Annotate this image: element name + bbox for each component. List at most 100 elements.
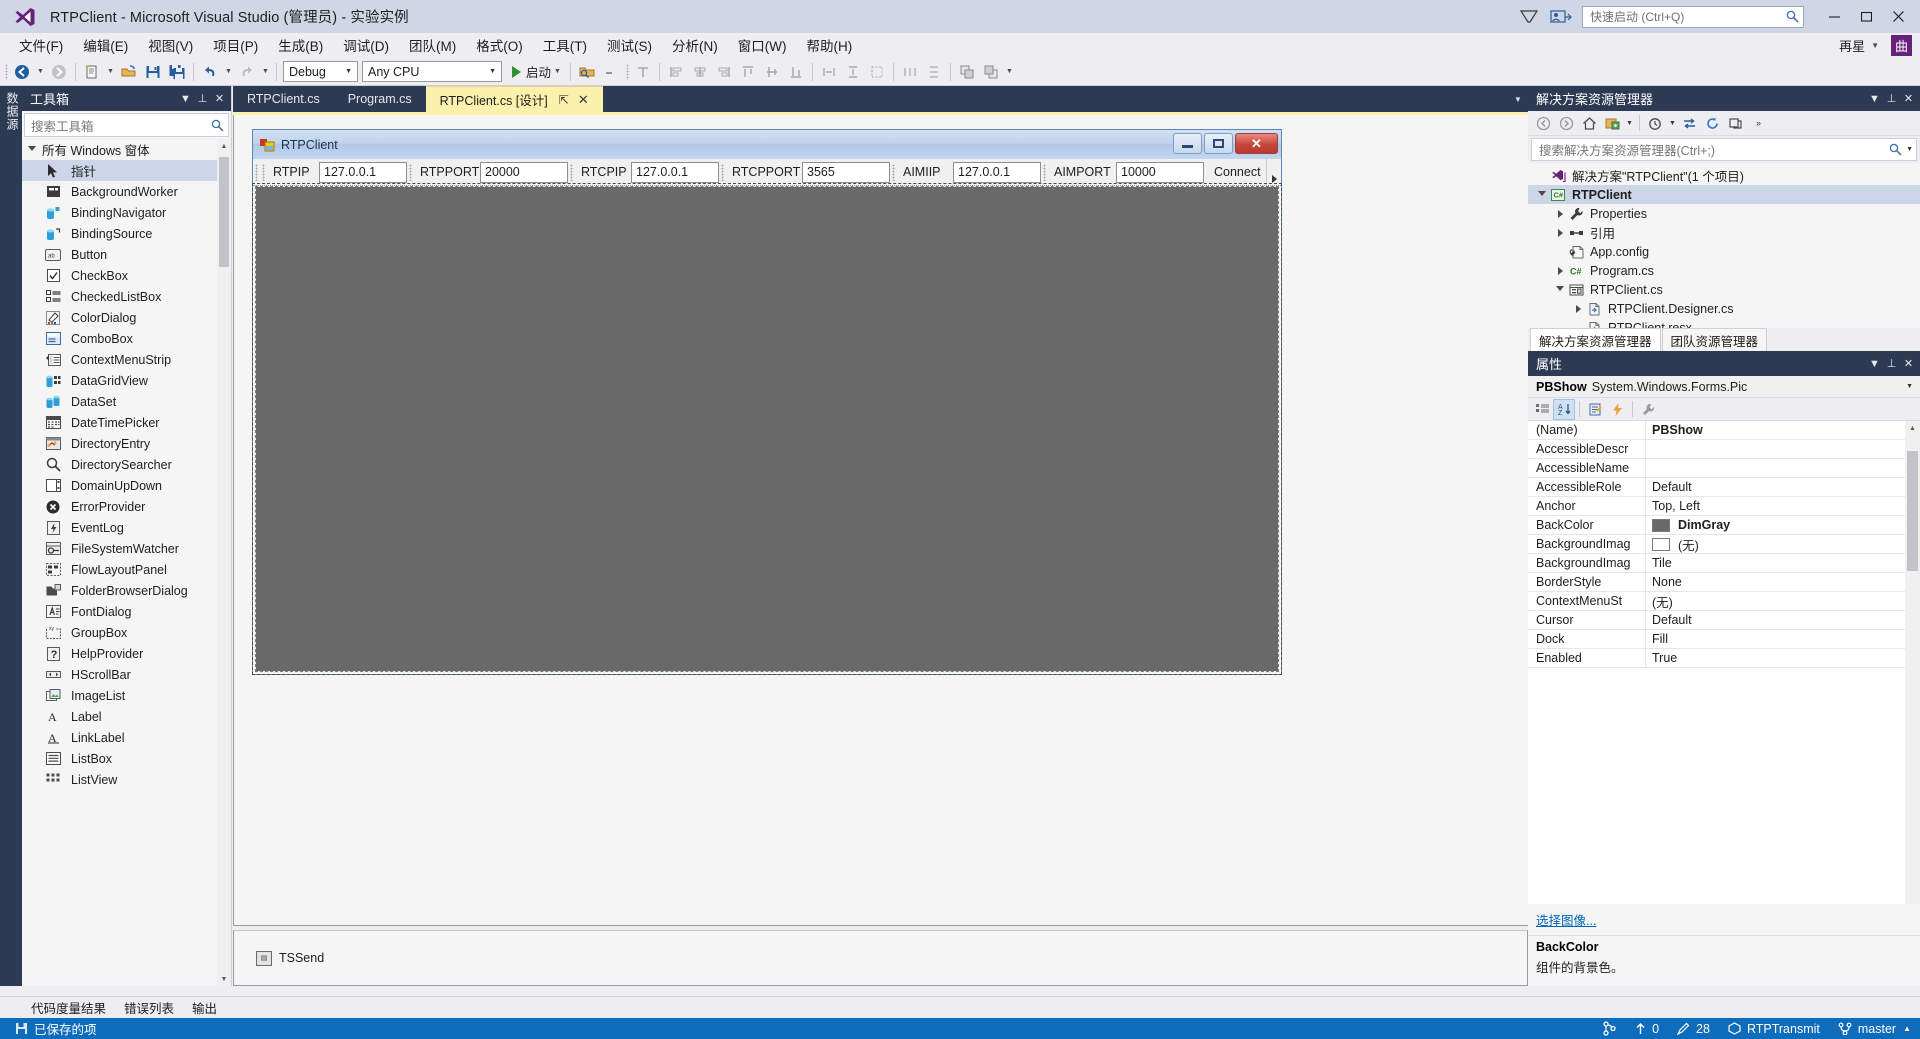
properties-grid[interactable]: (Name) PBShow AccessibleDescr AccessibleNam… [1528,421,1920,904]
pbshow-picturebox[interactable] [252,183,1282,675]
scroll-up-icon[interactable]: ▲ [1905,421,1920,436]
solution-platform-combo[interactable]: Any CPU ▼ [362,61,502,82]
size-to-grid-icon[interactable] [865,60,889,84]
chevron-collapsed-icon[interactable] [1552,209,1568,218]
toolstrip-grip[interactable] [407,159,414,185]
solution-tree-row[interactable]: RTPClient.resx [1528,318,1920,328]
toolbox-item[interactable]: BindingSource [22,223,231,244]
toolstrip-grip[interactable] [890,159,897,185]
chevron-down-icon[interactable]: ▼ [1624,112,1635,134]
align-to-grid-icon[interactable] [631,60,655,84]
scroll-down-icon[interactable]: ▼ [217,972,231,986]
menu-tools[interactable]: 工具(T) [533,32,597,59]
navigate-backward-dropdown-icon[interactable]: ▼ [34,60,47,84]
pin-icon[interactable]: ⇱ [559,93,569,107]
toolstrip-grip[interactable] [1041,159,1048,185]
toolbar-grip[interactable] [2,63,10,81]
close-button[interactable] [1882,3,1914,31]
solution-tree-row[interactable]: Properties [1528,204,1920,223]
chevron-down-icon[interactable]: ▼ [1902,146,1913,153]
menu-team[interactable]: 团队(M) [399,32,466,59]
toolbox-item[interactable]: A Label [22,706,231,727]
toolbox-item[interactable]: ListView [22,769,231,790]
tab-output[interactable]: 输出 [183,998,226,1017]
alphabetical-view-icon[interactable]: AZ [1553,398,1575,420]
maximize-button[interactable] [1850,3,1882,31]
solution-tree-row[interactable]: C# RTPClient [1528,185,1920,204]
menu-format[interactable]: 格式(O) [466,32,533,59]
toolbar-overflow-icon[interactable]: ▼ [1003,60,1016,84]
align-centers-icon[interactable] [688,60,712,84]
undo-dropdown-icon[interactable]: ▼ [222,60,235,84]
menu-project[interactable]: 项目(P) [203,32,268,59]
solution-tree-row[interactable]: RTPClient.cs [1528,280,1920,299]
quick-launch-input[interactable]: 快速启动 (Ctrl+Q) [1582,5,1804,28]
scroll-up-icon[interactable]: ▲ [217,139,231,153]
wrench-icon[interactable] [1637,399,1659,420]
align-bottoms-icon[interactable] [784,60,808,84]
toolbox-item[interactable]: DirectoryEntry [22,433,231,454]
property-row[interactable]: AccessibleName [1528,459,1920,478]
bring-to-front-icon[interactable] [955,60,979,84]
chevron-down-icon[interactable]: ▼ [1871,41,1879,50]
property-row[interactable]: ContextMenuSt (无) [1528,592,1920,611]
property-row[interactable]: BorderStyle None [1528,573,1920,592]
open-file-icon[interactable] [117,60,141,84]
menu-file[interactable]: 文件(F) [9,32,73,59]
solution-tree-row[interactable]: 解决方案"RTPClient"(1 个项目) [1528,166,1920,185]
horizontal-spacing-icon[interactable] [898,60,922,84]
property-row[interactable]: Enabled True [1528,649,1920,668]
chevron-expanded-icon[interactable] [1534,189,1550,200]
property-row[interactable]: AccessibleDescr [1528,440,1920,459]
pin-icon[interactable]: ⊥ [194,89,211,109]
rtpclient-form[interactable]: RTPClient ✕ RTPIP 127.0.0.1 RTPPORT 20000 RT… [252,129,1282,675]
properties-object-selector[interactable]: PBShow System.Windows.Forms.Pic ▼ [1528,376,1920,398]
properties-page-icon[interactable] [1584,399,1606,420]
toolbox-scrollbar[interactable]: ▲ ▼ [217,139,231,986]
toolbox-item[interactable]: DirectorySearcher [22,454,231,475]
save-all-icon[interactable] [165,60,189,84]
property-row[interactable]: BackgroundImag Tile [1528,554,1920,573]
connect-button[interactable]: Connect [1204,159,1271,185]
tab-overflow-icon[interactable]: ▼ [1508,86,1528,112]
solution-tree-row[interactable]: App.config [1528,242,1920,261]
toolbox-search-input[interactable]: 搜索工具箱 [24,113,229,137]
layout-toolbar-grip[interactable] [623,63,631,81]
toolbox-item[interactable]: CheckedListBox [22,286,231,307]
toolbox-item[interactable]: FontDialog [22,601,231,622]
align-lefts-icon[interactable] [664,60,688,84]
sync-with-active-document-icon[interactable] [1678,112,1701,134]
chevron-down-icon[interactable]: ▼ [1866,89,1883,109]
form-designer-surface[interactable]: RTPClient ✕ RTPIP 127.0.0.1 RTPPORT 20000 RT… [233,115,1528,926]
property-row[interactable]: (Name) PBShow [1528,421,1920,440]
close-icon[interactable]: ✕ [211,89,228,109]
find-in-files-icon[interactable] [575,60,599,84]
toolbox-item[interactable]: FileSystemWatcher [22,538,231,559]
tab-team-explorer[interactable]: 团队资源管理器 [1661,328,1768,351]
chevron-expanded-icon[interactable] [1552,284,1568,295]
property-value-cell[interactable]: Tile [1646,554,1920,572]
tab-program-cs[interactable]: Program.cs [334,86,426,112]
align-tops-icon[interactable] [736,60,760,84]
tab-code-metrics-results[interactable]: 代码度量结果 [22,998,115,1017]
property-value-cell[interactable]: Default [1646,611,1920,629]
toolbox-item[interactable]: HScrollBar [22,664,231,685]
menu-test[interactable]: 测试(S) [597,32,662,59]
form-toolstrip[interactable]: RTPIP 127.0.0.1 RTPPORT 20000 RTCPIP 127.0.0.… [253,159,1281,186]
changes-count[interactable]: 28 [1668,1018,1719,1039]
new-project-icon[interactable] [80,60,104,84]
tab-rtpclient-cs[interactable]: RTPClient.cs [233,86,334,112]
properties-scrollbar[interactable]: ▲ [1905,421,1920,904]
toolbox-item[interactable]: ContextMenuStrip [22,349,231,370]
solution-tree-row[interactable]: RTPClient.Designer.cs [1528,299,1920,318]
toolstrip-grip[interactable] [260,159,267,185]
property-value-cell[interactable]: DimGray [1646,516,1920,534]
back-icon[interactable] [1532,112,1555,134]
property-row[interactable]: Dock Fill [1528,630,1920,649]
align-middles-icon[interactable] [760,60,784,84]
redo-icon[interactable] [235,60,259,84]
forward-icon[interactable] [1555,112,1578,134]
toolstrip-input-rtpport[interactable]: 20000 [480,161,568,183]
toolbox-item[interactable]: FlowLayoutPanel [22,559,231,580]
toolbox-item[interactable]: EventLog [22,517,231,538]
